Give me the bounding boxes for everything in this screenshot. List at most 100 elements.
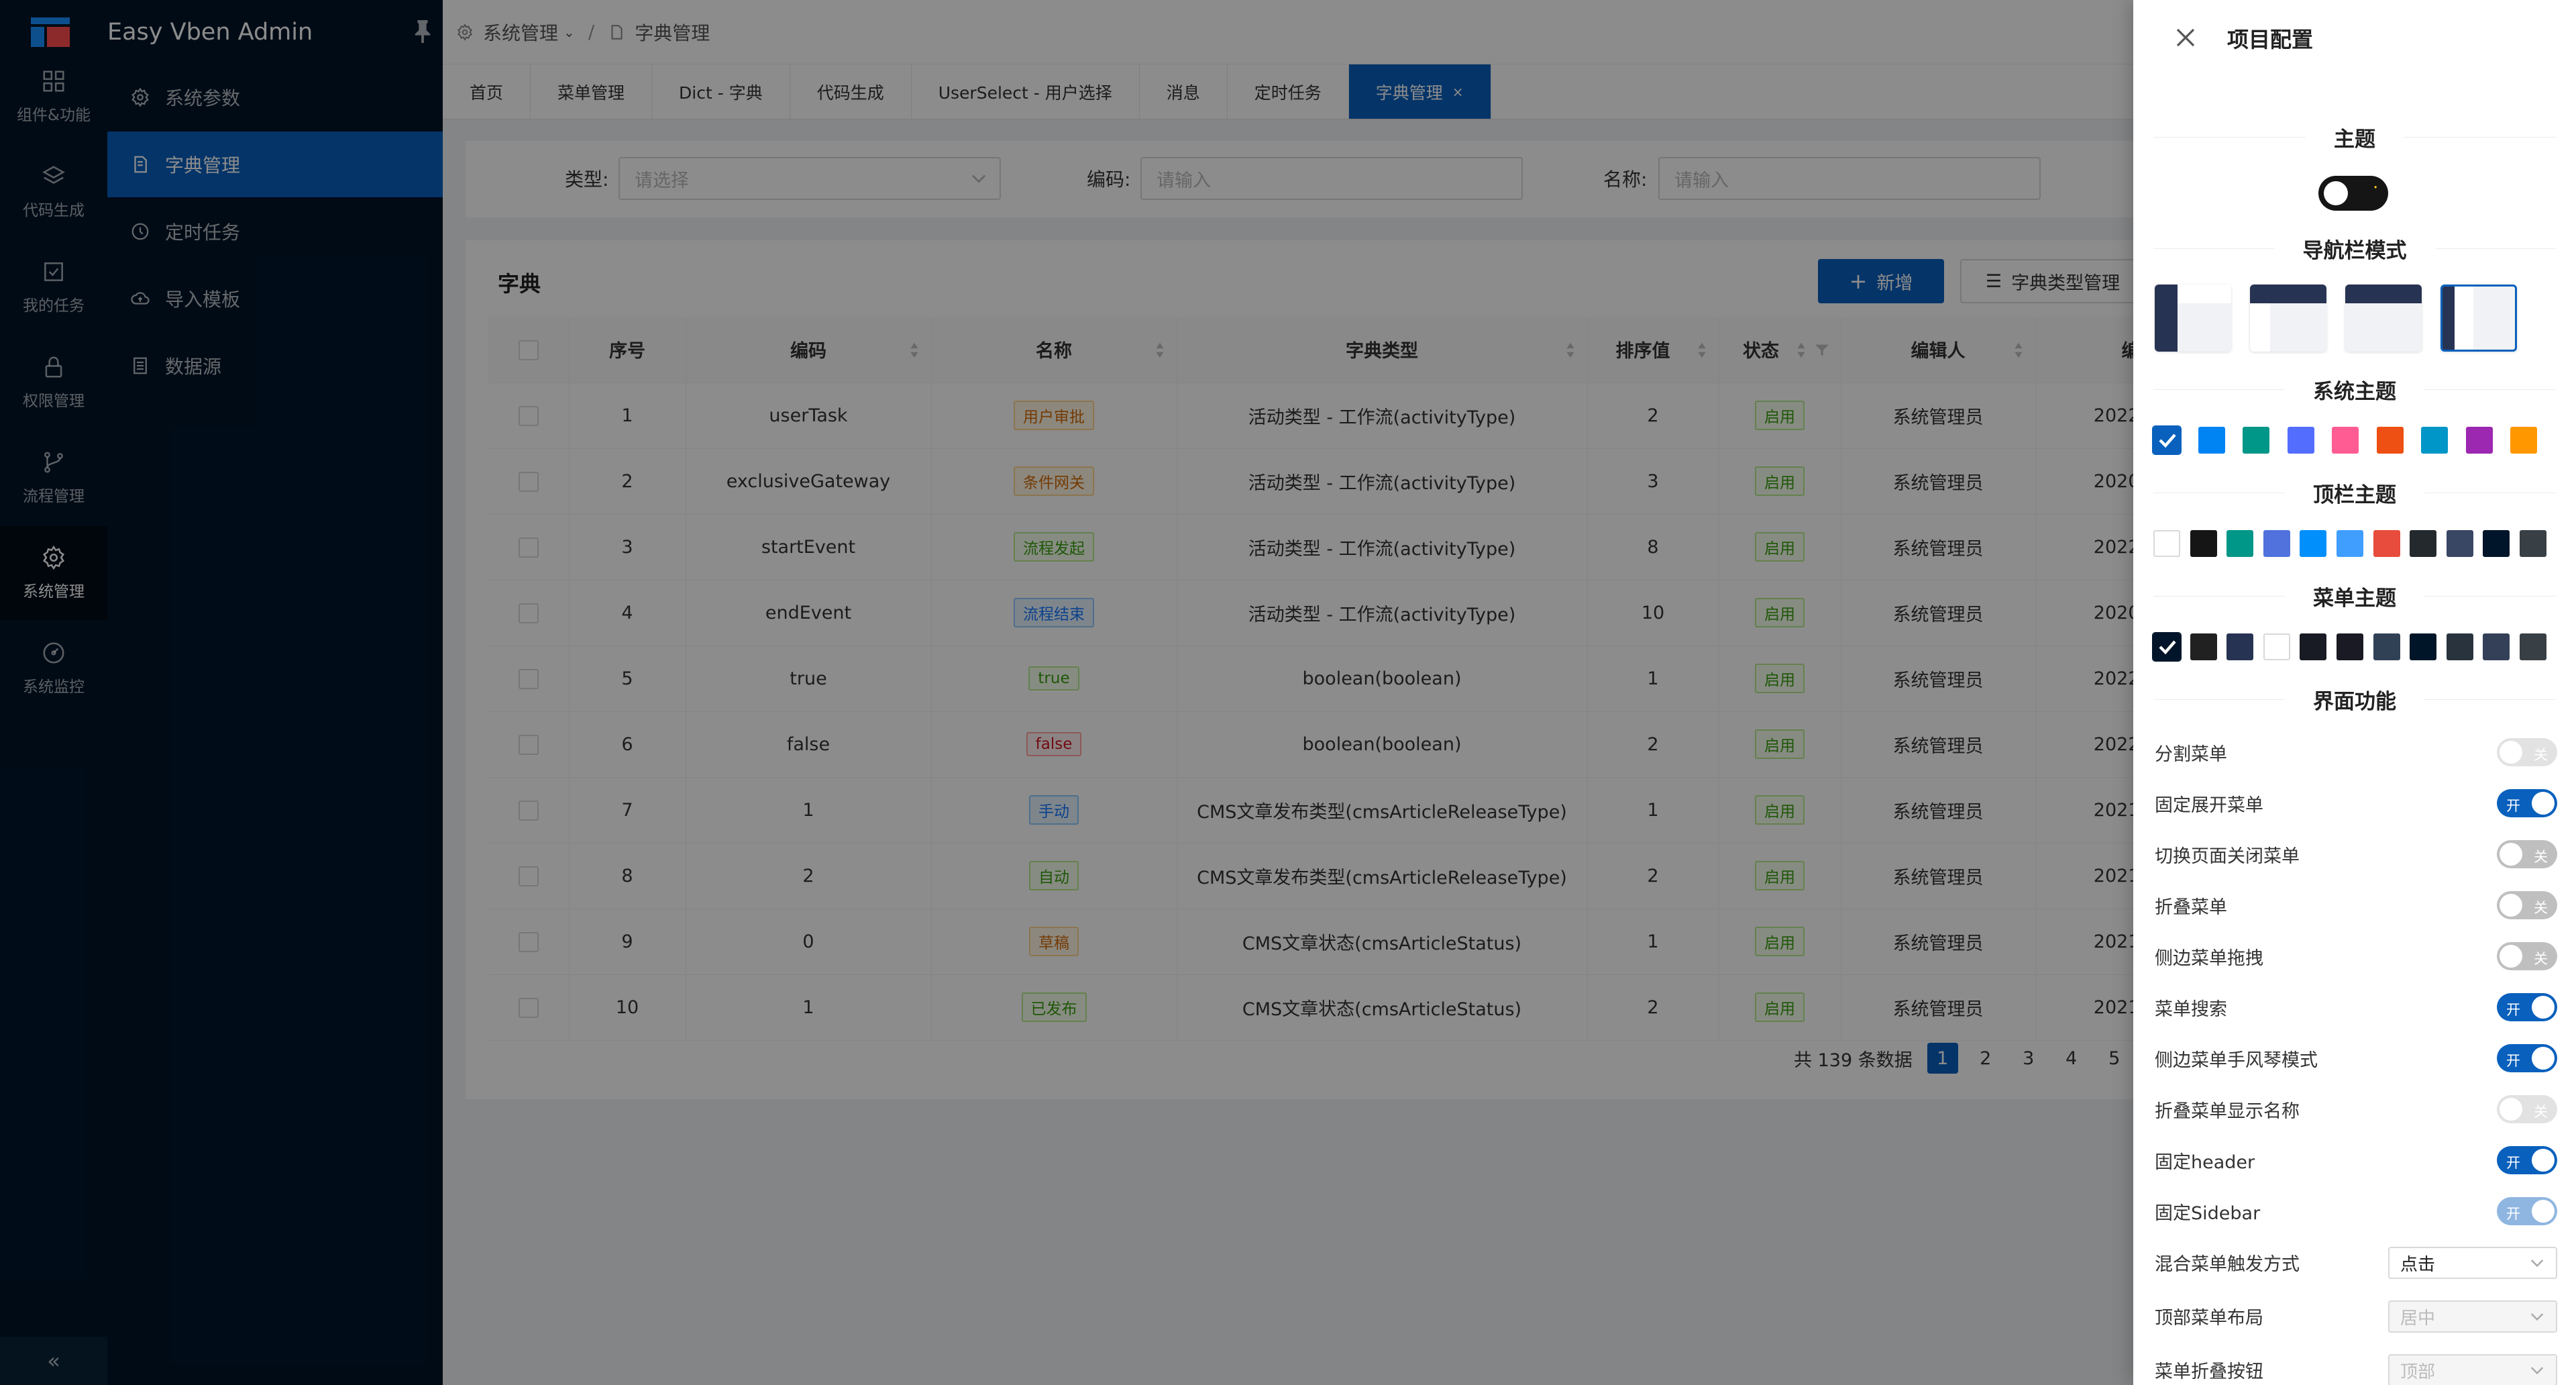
switch-knob (2532, 1149, 2555, 1172)
switch-knob (2532, 1200, 2555, 1223)
switch-knob (2500, 1098, 2522, 1121)
sw1-swatch[interactable] (2198, 427, 2225, 454)
option-label: 侧边菜单手风琴模式 (2155, 1049, 2318, 1071)
option-switch[interactable]: 开 (2497, 993, 2557, 1021)
toggle-knob (2324, 181, 2348, 205)
project-config-drawer: 项目配置 主题 导航栏模式 系统主题 顶栏主题 菜单主题 界面功能 分割菜单 关… (2133, 0, 2576, 1385)
drawer-mask[interactable] (0, 0, 2133, 1385)
check-icon (2159, 433, 2176, 448)
option-switch[interactable]: 关 (2497, 942, 2557, 970)
option-row: 固定Sidebar 开 (2155, 1194, 2557, 1228)
sw3-swatch[interactable] (2263, 633, 2290, 660)
option-switch[interactable]: 关 (2497, 891, 2557, 919)
section-features: 界面功能 (2153, 686, 2556, 714)
sw3-swatch[interactable] (2190, 633, 2217, 660)
sw2-swatch[interactable] (2483, 530, 2510, 557)
sw3-swatch[interactable] (2410, 633, 2437, 660)
sw2-swatch[interactable] (2373, 530, 2400, 557)
sw3-swatch[interactable] (2337, 633, 2363, 660)
select-value: 居中 (2400, 1308, 2436, 1329)
option-switch: 关 (2497, 1095, 2557, 1123)
sw3-swatch[interactable] (2373, 633, 2400, 660)
option-switch[interactable]: 开 (2497, 1044, 2557, 1072)
sw2-swatch[interactable] (2446, 530, 2473, 557)
sw3-swatch[interactable] (2520, 633, 2546, 660)
option-row: 菜单折叠按钮 顶部 (2155, 1353, 2557, 1385)
sw2-swatch[interactable] (2520, 530, 2546, 557)
sw3-swatch[interactable] (2300, 633, 2327, 660)
sw1-swatch[interactable] (2332, 427, 2359, 454)
option-row: 折叠菜单 关 (2155, 888, 2557, 922)
nav-mode-mix-sidebar[interactable] (2440, 285, 2517, 352)
switch-knob (2532, 792, 2555, 815)
section-header-theme: 顶栏主题 (2153, 479, 2556, 507)
nav-mode-top-menu[interactable] (2345, 285, 2422, 352)
option-label: 分割菜单 (2155, 743, 2227, 765)
option-switch[interactable]: 关 (2497, 840, 2557, 868)
option-row: 侧边菜单拖拽 关 (2155, 939, 2557, 973)
option-switch: 关 (2497, 738, 2557, 766)
option-row: 折叠菜单显示名称 关 (2155, 1092, 2557, 1126)
sw2-swatch[interactable] (2410, 530, 2437, 557)
section-label: 界面功能 (2313, 689, 2396, 714)
option-label: 切换页面关闭菜单 (2155, 845, 2300, 867)
chevron-down-icon (2530, 1367, 2544, 1375)
switch-state-label: 关 (2534, 849, 2548, 865)
sw1-swatch[interactable] (2287, 427, 2314, 454)
sw1-swatch[interactable] (2421, 427, 2448, 454)
nav-mode-mix[interactable] (2250, 285, 2326, 352)
sw2-swatch[interactable] (2337, 530, 2363, 557)
option-switch[interactable]: 开 (2497, 789, 2557, 817)
switch-state-label: 关 (2534, 951, 2548, 967)
section-label: 菜单主题 (2313, 586, 2396, 611)
option-label: 固定展开菜单 (2155, 794, 2263, 816)
sw2-swatch[interactable] (2263, 530, 2290, 557)
switch-knob (2500, 741, 2522, 764)
section-label: 导航栏模式 (2302, 238, 2407, 263)
switch-state-label: 关 (2534, 747, 2548, 763)
dark-mode-toggle[interactable] (2318, 176, 2388, 211)
option-label: 固定Sidebar (2155, 1202, 2261, 1224)
drawer-title: 项目配置 (2227, 27, 2314, 52)
sw3-swatch[interactable] (2226, 633, 2254, 660)
switch-state-label: 关 (2534, 1104, 2548, 1120)
sw1-swatch[interactable] (2152, 425, 2182, 455)
select-value: 点击 (2400, 1254, 2436, 1275)
sw1-swatch[interactable] (2510, 427, 2537, 454)
option-label: 固定header (2155, 1151, 2255, 1173)
sw2-swatch[interactable] (2153, 530, 2180, 557)
chevron-down-icon (2530, 1260, 2544, 1268)
option-select: 顶部 (2388, 1354, 2557, 1385)
option-row: 固定header 开 (2155, 1143, 2557, 1177)
sw2-swatch[interactable] (2190, 530, 2217, 557)
sw2-swatch[interactable] (2300, 530, 2327, 557)
option-row: 分割菜单 关 (2155, 735, 2557, 769)
close-icon[interactable] (2175, 27, 2196, 48)
sw3-swatch[interactable] (2483, 633, 2510, 660)
option-row: 顶部菜单布局 居中 (2155, 1299, 2557, 1333)
sw3-swatch[interactable] (2152, 632, 2182, 662)
sw1-swatch[interactable] (2465, 427, 2493, 454)
option-label: 顶部菜单布局 (2155, 1307, 2263, 1329)
switch-state-label: 开 (2506, 798, 2520, 814)
sw1-swatch[interactable] (2243, 427, 2269, 454)
switch-state-label: 关 (2534, 900, 2548, 916)
sw1-swatch[interactable] (2376, 427, 2404, 454)
section-label: 主题 (2334, 127, 2375, 152)
switch-knob (2532, 1047, 2555, 1070)
chevron-down-icon (2530, 1313, 2544, 1321)
switch-knob (2532, 996, 2555, 1019)
option-select[interactable]: 点击 (2388, 1247, 2557, 1279)
switch-state-label: 开 (2506, 1002, 2520, 1018)
option-select: 居中 (2388, 1300, 2557, 1333)
option-label: 混合菜单触发方式 (2155, 1253, 2300, 1275)
nav-mode-sidebar[interactable] (2155, 285, 2231, 352)
sw3-swatch[interactable] (2446, 633, 2473, 660)
section-menu-theme: 菜单主题 (2153, 582, 2556, 611)
option-row: 菜单搜索 开 (2155, 990, 2557, 1024)
option-switch[interactable]: 开 (2497, 1146, 2557, 1174)
switch-knob (2500, 945, 2522, 968)
option-row: 固定展开菜单 开 (2155, 786, 2557, 820)
sw2-swatch[interactable] (2226, 530, 2254, 557)
option-switch: 开 (2497, 1197, 2557, 1225)
